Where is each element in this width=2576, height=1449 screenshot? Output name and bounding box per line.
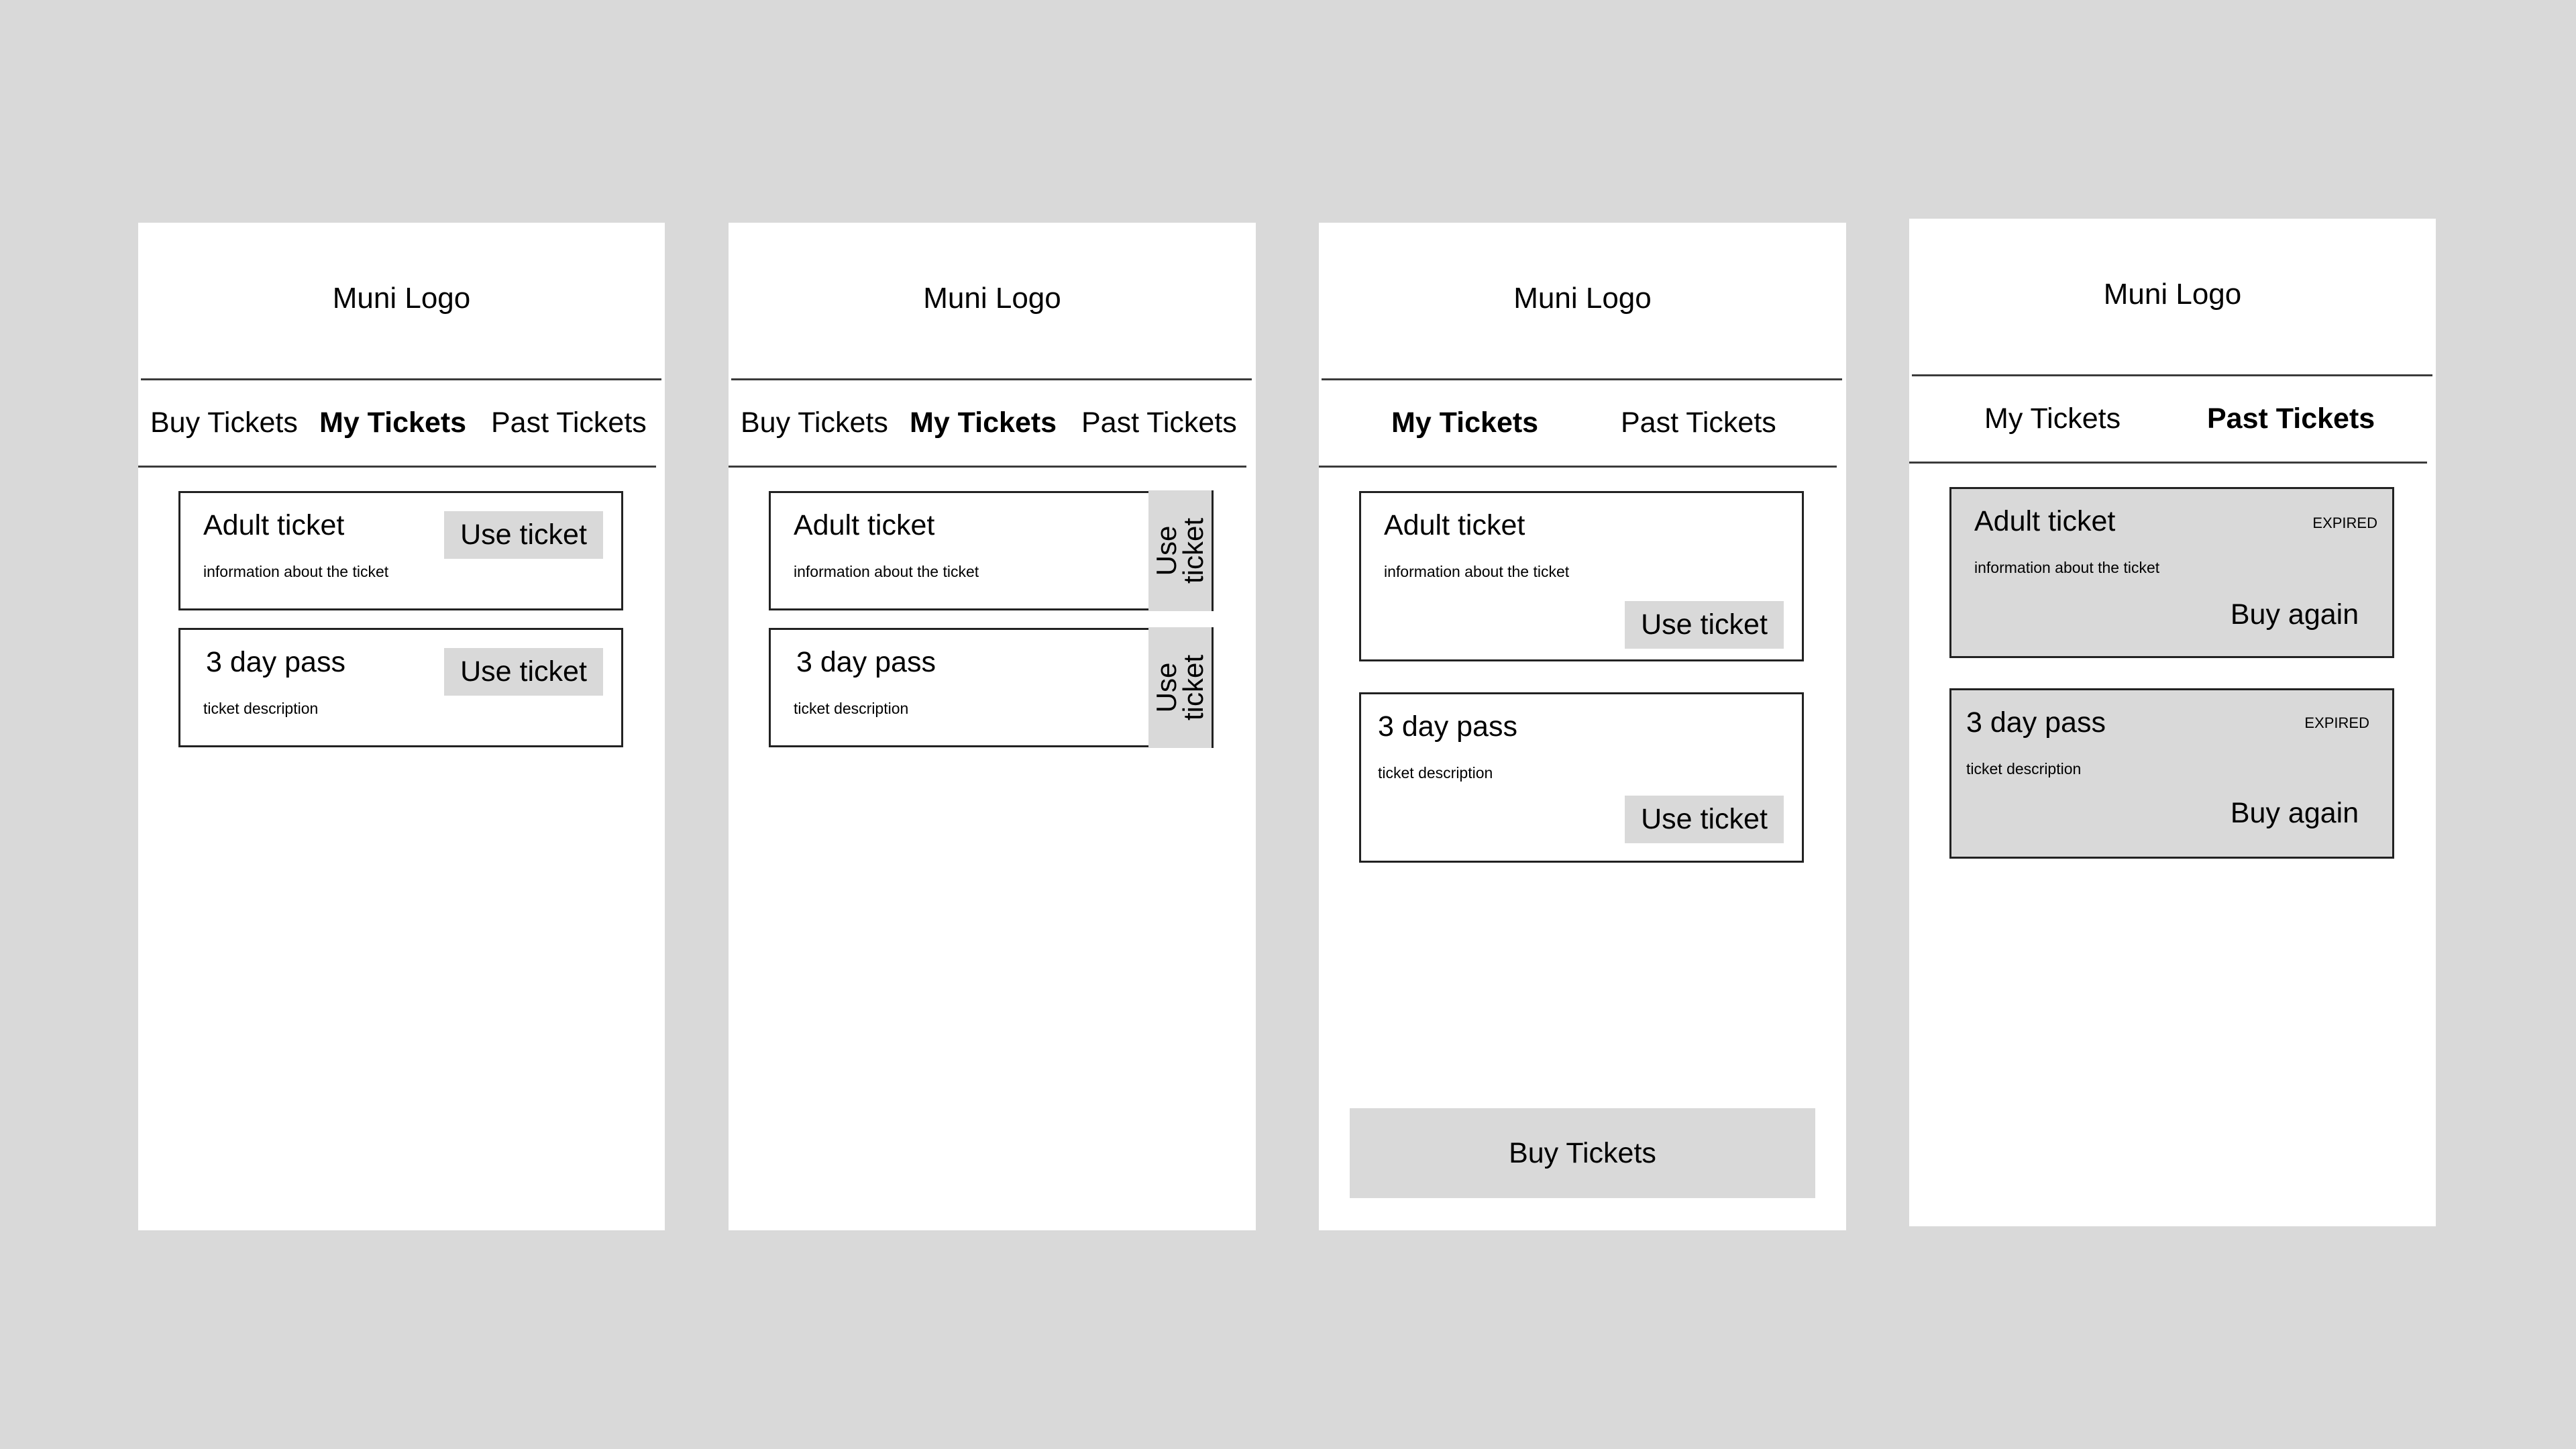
- ticket-title: 3 day pass: [1378, 710, 1517, 743]
- tab-past-tickets[interactable]: Past Tickets: [1081, 407, 1237, 439]
- buy-again-button[interactable]: Buy again: [2215, 790, 2374, 837]
- tab-my-tickets[interactable]: My Tickets: [1984, 402, 2121, 435]
- ticket-description: ticket description: [794, 700, 909, 717]
- expired-ticket-card: 3 day pass EXPIRED ticket description Bu…: [1949, 688, 2394, 859]
- use-ticket-label-line2: ticket: [1177, 517, 1209, 584]
- muni-logo: Muni Logo: [332, 282, 471, 315]
- ticket-title: Adult ticket: [203, 509, 345, 541]
- header-divider: [1322, 378, 1842, 380]
- ticket-card: 3 day pass ticket description Use ticket: [1359, 692, 1804, 863]
- ticket-description: information about the ticket: [1384, 563, 1570, 580]
- use-ticket-button[interactable]: Use ticket: [1625, 796, 1784, 843]
- muni-logo: Muni Logo: [923, 282, 1061, 315]
- tabs-divider: [1909, 462, 2427, 464]
- ticket-description: information about the ticket: [203, 563, 389, 580]
- muni-logo: Muni Logo: [2103, 278, 2242, 311]
- buy-tickets-button[interactable]: Buy Tickets: [1350, 1108, 1815, 1198]
- ticket-description: ticket description: [1966, 760, 2082, 777]
- use-ticket-label: Use ticket: [1150, 634, 1209, 741]
- tab-buy-tickets[interactable]: Buy Tickets: [741, 407, 888, 439]
- tabs-divider: [1319, 466, 1837, 468]
- use-ticket-button[interactable]: Use ticket: [444, 648, 603, 696]
- header-divider: [731, 378, 1252, 380]
- header-divider: [1912, 374, 2432, 376]
- header-divider: [141, 378, 661, 380]
- buy-again-button[interactable]: Buy again: [2215, 591, 2374, 639]
- ticket-title: Adult ticket: [1974, 505, 2116, 537]
- expired-ticket-card: Adult ticket EXPIRED information about t…: [1949, 487, 2394, 658]
- ticket-description: ticket description: [1378, 764, 1493, 782]
- use-ticket-side-button[interactable]: Use ticket: [1148, 627, 1214, 748]
- tab-my-tickets[interactable]: My Tickets: [1391, 407, 1538, 439]
- ticket-description: ticket description: [203, 700, 319, 717]
- ticket-title: 3 day pass: [796, 646, 936, 678]
- use-ticket-label: Use ticket: [1150, 497, 1209, 604]
- ticket-description: information about the ticket: [1974, 559, 2160, 576]
- ticket-title: 3 day pass: [206, 646, 345, 678]
- ticket-title: Adult ticket: [1384, 509, 1525, 541]
- wireframe-screen-1: Muni Logo Buy Tickets My Tickets Past Ti…: [138, 223, 665, 1230]
- ticket-card: Adult ticket information about the ticke…: [769, 491, 1214, 610]
- tab-my-tickets[interactable]: My Tickets: [319, 407, 466, 439]
- ticket-card: 3 day pass ticket description: [769, 628, 1214, 747]
- use-ticket-label-line1: Use: [1150, 525, 1182, 576]
- wireframe-screen-4: Muni Logo My Tickets Past Tickets Adult …: [1909, 219, 2436, 1226]
- ticket-description: information about the ticket: [794, 563, 979, 580]
- tab-past-tickets[interactable]: Past Tickets: [1621, 407, 1776, 439]
- expired-badge: EXPIRED: [2312, 515, 2377, 531]
- use-ticket-button[interactable]: Use ticket: [1625, 601, 1784, 649]
- muni-logo: Muni Logo: [1513, 282, 1652, 315]
- ticket-card: 3 day pass ticket description Use ticket: [178, 628, 623, 747]
- ticket-title: Adult ticket: [794, 509, 935, 541]
- use-ticket-side-button[interactable]: Use ticket: [1148, 490, 1214, 611]
- tab-past-tickets[interactable]: Past Tickets: [2207, 402, 2375, 435]
- ticket-title: 3 day pass: [1966, 706, 2106, 739]
- ticket-card: Adult ticket information about the ticke…: [1359, 491, 1804, 661]
- use-ticket-label-line1: Use: [1150, 662, 1182, 713]
- tab-buy-tickets[interactable]: Buy Tickets: [150, 407, 298, 439]
- wireframe-screen-3: Muni Logo My Tickets Past Tickets Adult …: [1319, 223, 1846, 1230]
- wireframe-screen-2: Muni Logo Buy Tickets My Tickets Past Ti…: [729, 223, 1256, 1230]
- expired-badge: EXPIRED: [2304, 714, 2369, 731]
- tabs-divider: [729, 466, 1246, 468]
- use-ticket-label-line2: ticket: [1177, 654, 1209, 721]
- tab-my-tickets[interactable]: My Tickets: [910, 407, 1057, 439]
- tab-past-tickets[interactable]: Past Tickets: [491, 407, 647, 439]
- tabs-divider: [138, 466, 656, 468]
- use-ticket-button[interactable]: Use ticket: [444, 511, 603, 559]
- ticket-card: Adult ticket information about the ticke…: [178, 491, 623, 610]
